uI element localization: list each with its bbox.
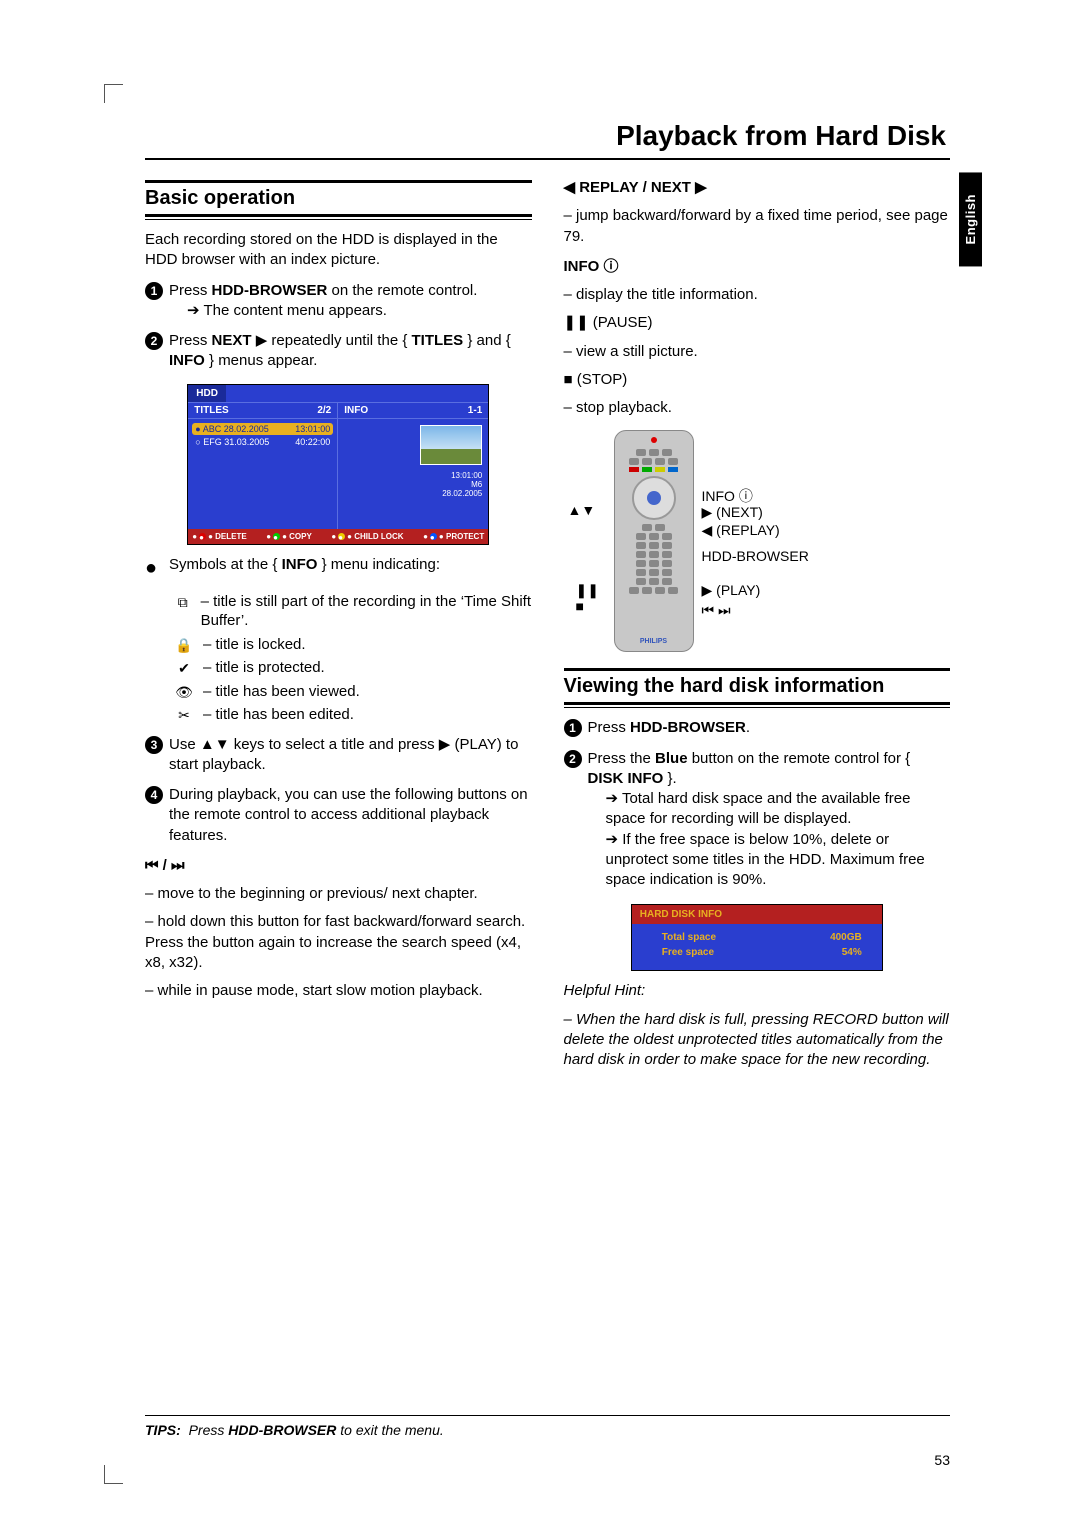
- page-title: Playback from Hard Disk: [145, 120, 950, 152]
- step-number: 2: [145, 332, 163, 350]
- step-number: 3: [145, 736, 163, 754]
- step-body: Press NEXT ▶ repeatedly until the { TITL…: [169, 331, 532, 372]
- footer-tip: TIPS: Press HDD-BROWSER to exit the menu…: [145, 1415, 950, 1438]
- step-1: 1 Press HDD-BROWSER on the remote contro…: [145, 281, 532, 322]
- intro-text: Each recording stored on the HDD is disp…: [145, 230, 532, 271]
- callout-pause: ❚❚: [576, 582, 599, 599]
- heading-rule: [564, 668, 951, 671]
- callout-replay: ◀ (REPLAY): [702, 522, 780, 539]
- hdd-header-row: TITLES2/2 INFO1-1: [188, 403, 488, 419]
- callout-stop: ■: [576, 598, 584, 614]
- callout-hdd: HDD-BROWSER: [702, 548, 809, 564]
- right-column: ◀ REPLAY / NEXT ▶ – jump backward/forwar…: [564, 178, 951, 1078]
- callout-next: ▶ (NEXT): [702, 504, 763, 521]
- skip-heading: ⏮ / ⏭: [145, 856, 532, 876]
- stop-heading: ■ (STOP): [564, 370, 951, 390]
- symbol-buffer: ⧉– title is still part of the recording …: [175, 592, 532, 631]
- replay-heading: ◀ REPLAY / NEXT ▶: [564, 178, 951, 198]
- skip-desc-1: – move to the beginning or previous/ nex…: [145, 884, 532, 904]
- language-tab: English: [959, 172, 982, 266]
- view-step-1: 1 Press HDD-BROWSER.: [564, 718, 951, 738]
- title-rule: [145, 158, 950, 160]
- eye-icon: 👁: [175, 683, 193, 701]
- view-step-2: 2 Press the Blue button on the remote co…: [564, 749, 951, 891]
- step-body: Press HDD-BROWSER on the remote control.…: [169, 281, 532, 322]
- helpful-hint-text: – When the hard disk is full, pressing R…: [564, 1010, 951, 1071]
- heading-rule-thin: [564, 707, 951, 708]
- hdd-tab: HDD: [188, 385, 226, 402]
- section-viewing-hdd-info: Viewing the hard disk information: [564, 675, 951, 700]
- disk-info-screenshot: HARD DISK INFO Total space400GB Free spa…: [631, 904, 883, 971]
- symbol-locked: 🔒– title is locked.: [175, 635, 532, 655]
- buffer-icon: ⧉: [175, 593, 191, 611]
- crop-mark-tl: [104, 84, 123, 103]
- view-result-1: ➔ Total hard disk space and the availabl…: [588, 789, 951, 830]
- manual-page: English Playback from Hard Disk Basic op…: [0, 0, 1080, 1524]
- step-number: 1: [564, 719, 582, 737]
- callout-updown: ▲▼: [568, 502, 596, 518]
- hdd-titles-list: ● ABC 28.02.200513:01:00 ○ EFG 31.03.200…: [188, 419, 338, 529]
- heading-rule: [145, 180, 532, 183]
- hdd-footer: DELETE COPY CHILD LOCK PROTECT: [188, 529, 488, 544]
- symbol-edited: ✂– title has been edited.: [175, 705, 532, 725]
- info-desc: – display the title information.: [564, 285, 951, 305]
- page-number: 53: [934, 1452, 950, 1468]
- step-3: 3 Use ▲▼ keys to select a title and pres…: [145, 735, 532, 776]
- heading-rule: [564, 702, 951, 705]
- section-basic-operation: Basic operation: [145, 187, 532, 212]
- step-number: 4: [145, 786, 163, 804]
- step-number: 2: [564, 750, 582, 768]
- remote-icon: PHILIPS: [614, 430, 694, 652]
- step-result: ➔ The content menu appears.: [169, 301, 532, 321]
- disk-info-header: HARD DISK INFO: [632, 905, 882, 924]
- symbol-viewed: 👁– title has been viewed.: [175, 682, 532, 702]
- scissors-icon: ✂: [175, 706, 193, 724]
- heading-rule: [145, 214, 532, 217]
- crop-mark-bl: [104, 1465, 123, 1484]
- step-2: 2 Press NEXT ▶ repeatedly until the { TI…: [145, 331, 532, 372]
- step-4: 4 During playback, you can use the follo…: [145, 785, 532, 846]
- pause-desc: – view a still picture.: [564, 342, 951, 362]
- stop-desc: – stop playback.: [564, 398, 951, 418]
- info-heading: INFO ⓘ: [564, 257, 951, 277]
- bullet-info: ● Symbols at the { INFO } menu indicatin…: [145, 555, 532, 582]
- remote-illustration: PHILIPS ▲▼ ❚❚ ■ INFO ⓘ ▶ (NEXT) ◀ (REPLA…: [564, 430, 951, 652]
- symbol-protected: ✔– title is protected.: [175, 658, 532, 678]
- hdd-browser-screenshot: HDD TITLES2/2 INFO1-1 ● ABC 28.02.200513…: [187, 384, 489, 545]
- callout-play: ▶ (PLAY): [702, 582, 761, 599]
- callout-info: INFO ⓘ: [702, 486, 753, 506]
- step-number: 1: [145, 282, 163, 300]
- replay-desc: – jump backward/forward by a fixed time …: [564, 206, 951, 247]
- check-icon: ✔: [175, 659, 193, 677]
- helpful-hint-label: Helpful Hint:: [564, 981, 951, 1001]
- skip-desc-3: – while in pause mode, start slow motion…: [145, 981, 532, 1001]
- left-column: Basic operation Each recording stored on…: [145, 178, 532, 1078]
- content-columns: Basic operation Each recording stored on…: [145, 178, 950, 1078]
- hdd-top: HDD: [188, 385, 488, 403]
- skip-desc-2: – hold down this button for fast backwar…: [145, 912, 532, 973]
- thumbnail-icon: [420, 425, 482, 465]
- callout-skip: ⏮ ⏭: [702, 602, 731, 619]
- pause-heading: ❚❚ (PAUSE): [564, 313, 951, 333]
- heading-rule-thin: [145, 219, 532, 220]
- hdd-info-panel: 13:01:00 M6 28.02.2005: [338, 419, 488, 529]
- lock-icon: 🔒: [175, 636, 193, 654]
- view-result-2: ➔ If the free space is below 10%, delete…: [588, 830, 951, 891]
